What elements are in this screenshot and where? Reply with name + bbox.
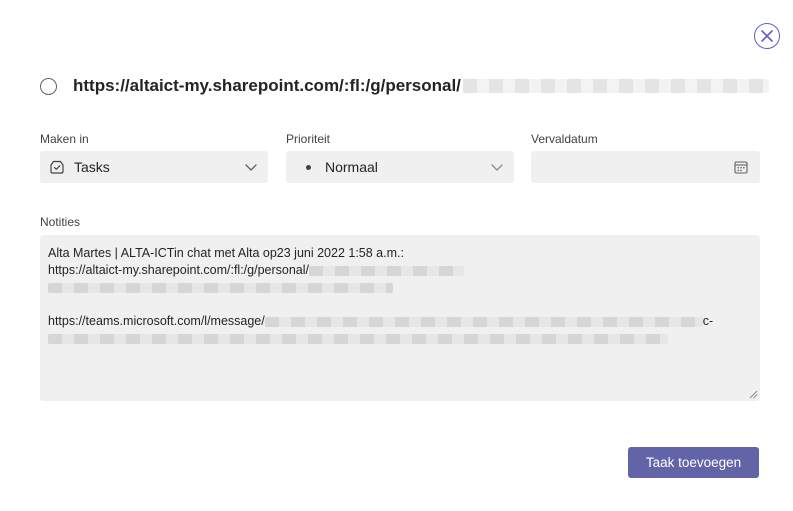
redacted-text xyxy=(48,282,393,293)
close-button[interactable] xyxy=(754,23,780,49)
chevron-down-icon xyxy=(491,164,503,171)
complete-radio[interactable] xyxy=(40,77,57,95)
notes-line: https://teams.microsoft.com/l/message/c- xyxy=(48,314,714,328)
notes-line: https://altaict-my.sharepoint.com/:fl:/g… xyxy=(48,262,752,279)
create-in-value: Tasks xyxy=(74,159,110,175)
create-in-label: Maken in xyxy=(40,132,89,146)
chevron-down-icon xyxy=(245,164,257,171)
add-task-button[interactable]: Taak toevoegen xyxy=(628,447,759,478)
redacted-text xyxy=(309,265,464,276)
notes-textarea[interactable]: Alta Martes | ALTA-ICTin chat met Alta o… xyxy=(40,235,760,401)
list-check-icon xyxy=(50,160,64,174)
redacted-text xyxy=(264,316,703,327)
notes-line xyxy=(48,279,752,296)
task-title[interactable]: https://altaict-my.sharepoint.com/:fl:/g… xyxy=(73,76,461,96)
notes-line: Alta Martes | ALTA-ICTin chat met Alta o… xyxy=(48,246,404,260)
resize-handle-icon[interactable] xyxy=(748,389,758,399)
notes-label: Notities xyxy=(40,215,81,229)
close-icon xyxy=(761,30,773,42)
task-title-row: https://altaict-my.sharepoint.com/:fl:/g… xyxy=(40,73,769,99)
due-date-label: Vervaldatum xyxy=(531,132,598,146)
calendar-icon[interactable] xyxy=(733,159,749,175)
priority-value: Normaal xyxy=(325,159,378,175)
priority-label: Prioriteit xyxy=(286,132,331,146)
due-date-picker[interactable] xyxy=(531,151,760,183)
redacted-text xyxy=(48,333,668,344)
notes-line xyxy=(48,330,752,347)
notes-blank-line xyxy=(48,296,752,313)
bullet-icon xyxy=(306,164,311,170)
redacted-text xyxy=(462,79,769,93)
create-in-dropdown[interactable]: Tasks xyxy=(40,151,268,183)
priority-dropdown[interactable]: Normaal xyxy=(286,151,514,183)
